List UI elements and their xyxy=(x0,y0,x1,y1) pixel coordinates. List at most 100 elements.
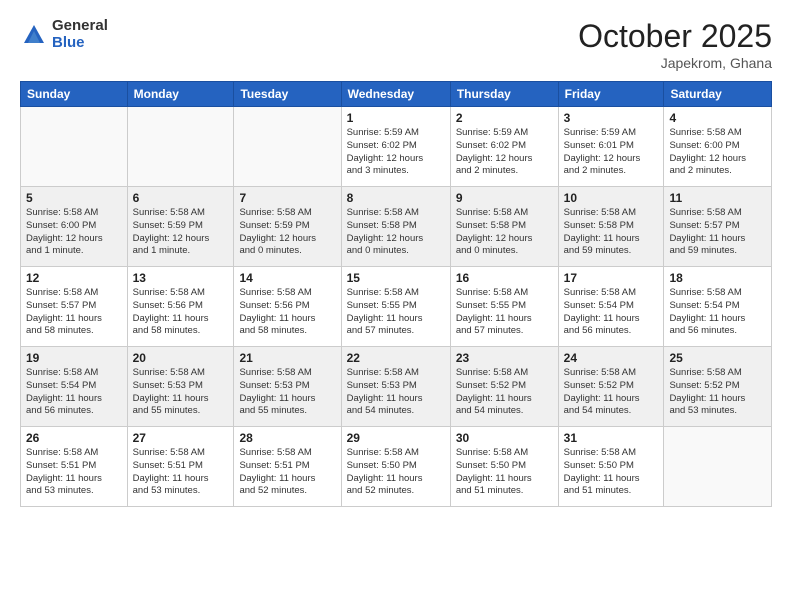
day-info: Sunrise: 5:58 AM Sunset: 5:58 PM Dayligh… xyxy=(456,207,553,258)
day-number: 28 xyxy=(239,431,335,445)
col-friday: Friday xyxy=(558,82,664,107)
col-saturday: Saturday xyxy=(664,82,772,107)
day-info: Sunrise: 5:58 AM Sunset: 5:55 PM Dayligh… xyxy=(456,287,553,338)
day-info: Sunrise: 5:58 AM Sunset: 5:51 PM Dayligh… xyxy=(133,447,229,498)
day-number: 9 xyxy=(456,191,553,205)
table-row: 10Sunrise: 5:58 AM Sunset: 5:58 PM Dayli… xyxy=(558,187,664,267)
day-info: Sunrise: 5:58 AM Sunset: 5:57 PM Dayligh… xyxy=(26,287,122,338)
day-number: 4 xyxy=(669,111,766,125)
page: General Blue October 2025 Japekrom, Ghan… xyxy=(0,0,792,612)
table-row xyxy=(234,107,341,187)
day-info: Sunrise: 5:58 AM Sunset: 5:59 PM Dayligh… xyxy=(133,207,229,258)
day-info: Sunrise: 5:58 AM Sunset: 5:54 PM Dayligh… xyxy=(564,287,659,338)
day-info: Sunrise: 5:58 AM Sunset: 5:50 PM Dayligh… xyxy=(564,447,659,498)
col-thursday: Thursday xyxy=(450,82,558,107)
table-row: 16 Sunrise: 5:58 AM Sunset: 5:55 PM Dayli… xyxy=(450,267,558,347)
day-info: Sunrise: 5:58 AM Sunset: 5:50 PM Dayligh… xyxy=(456,447,553,498)
day-number: 3 xyxy=(564,111,659,125)
day-number: 29 xyxy=(347,431,445,445)
calendar-week-row: 1 Sunrise: 5:59 AM Sunset: 6:02 PM Daylig… xyxy=(21,107,772,187)
table-row: 17 Sunrise: 5:58 AM Sunset: 5:54 PM Dayli… xyxy=(558,267,664,347)
day-number: 20 xyxy=(133,351,229,365)
day-number: 7 xyxy=(239,191,335,205)
day-number: 11 xyxy=(669,191,766,205)
calendar-header-row: Sunday Monday Tuesday Wednesday Thursday… xyxy=(21,82,772,107)
table-row: 13Sunrise: 5:58 AM Sunset: 5:56 PM Dayli… xyxy=(127,267,234,347)
day-info: Sunrise: 5:58 AM Sunset: 6:00 PM Dayligh… xyxy=(26,207,122,258)
table-row: 18 Sunrise: 5:58 AM Sunset: 5:54 PM Dayli… xyxy=(664,267,772,347)
calendar: Sunday Monday Tuesday Wednesday Thursday… xyxy=(20,81,772,507)
day-info: Sunrise: 5:58 AM Sunset: 5:54 PM Dayligh… xyxy=(669,287,766,338)
table-row: 29 Sunrise: 5:58 AM Sunset: 5:50 PM Dayli… xyxy=(341,427,450,507)
day-number: 30 xyxy=(456,431,553,445)
logo-blue-text: Blue xyxy=(52,35,108,52)
day-number: 1 xyxy=(347,111,445,125)
day-number: 8 xyxy=(347,191,445,205)
header: General Blue October 2025 Japekrom, Ghan… xyxy=(20,18,772,71)
day-info: Sunrise: 5:58 AM Sunset: 5:51 PM Dayligh… xyxy=(239,447,335,498)
day-number: 5 xyxy=(26,191,122,205)
day-info: Sunrise: 5:58 AM Sunset: 6:00 PM Dayligh… xyxy=(669,127,766,178)
day-info: Sunrise: 5:58 AM Sunset: 5:55 PM Dayligh… xyxy=(347,287,445,338)
calendar-week-row: 5 Sunrise: 5:58 AM Sunset: 6:00 PM Daylig… xyxy=(21,187,772,267)
day-number: 31 xyxy=(564,431,659,445)
day-number: 25 xyxy=(669,351,766,365)
table-row: 3Sunrise: 5:59 AM Sunset: 6:01 PM Daylig… xyxy=(558,107,664,187)
day-info: Sunrise: 5:58 AM Sunset: 5:52 PM Dayligh… xyxy=(564,367,659,418)
col-sunday: Sunday xyxy=(21,82,128,107)
day-number: 2 xyxy=(456,111,553,125)
day-number: 23 xyxy=(456,351,553,365)
table-row: 5 Sunrise: 5:58 AM Sunset: 6:00 PM Daylig… xyxy=(21,187,128,267)
day-number: 27 xyxy=(133,431,229,445)
title-block: October 2025 Japekrom, Ghana xyxy=(578,18,772,71)
table-row xyxy=(127,107,234,187)
day-info: Sunrise: 5:59 AM Sunset: 6:02 PM Dayligh… xyxy=(347,127,445,178)
day-number: 16 xyxy=(456,271,553,285)
day-info: Sunrise: 5:58 AM Sunset: 5:59 PM Dayligh… xyxy=(239,207,335,258)
table-row: 19Sunrise: 5:58 AM Sunset: 5:54 PM Dayli… xyxy=(21,347,128,427)
table-row: 1 Sunrise: 5:59 AM Sunset: 6:02 PM Daylig… xyxy=(341,107,450,187)
table-row: 31 Sunrise: 5:58 AM Sunset: 5:50 PM Dayli… xyxy=(558,427,664,507)
day-info: Sunrise: 5:59 AM Sunset: 6:02 PM Dayligh… xyxy=(456,127,553,178)
table-row: 7 Sunrise: 5:58 AM Sunset: 5:59 PM Daylig… xyxy=(234,187,341,267)
table-row: 26Sunrise: 5:58 AM Sunset: 5:51 PM Dayli… xyxy=(21,427,128,507)
table-row: 23Sunrise: 5:58 AM Sunset: 5:52 PM Dayli… xyxy=(450,347,558,427)
day-number: 15 xyxy=(347,271,445,285)
day-info: Sunrise: 5:58 AM Sunset: 5:53 PM Dayligh… xyxy=(239,367,335,418)
day-info: Sunrise: 5:58 AM Sunset: 5:53 PM Dayligh… xyxy=(133,367,229,418)
table-row xyxy=(21,107,128,187)
location: Japekrom, Ghana xyxy=(578,55,772,71)
table-row: 9 Sunrise: 5:58 AM Sunset: 5:58 PM Daylig… xyxy=(450,187,558,267)
table-row: 6 Sunrise: 5:58 AM Sunset: 5:59 PM Daylig… xyxy=(127,187,234,267)
calendar-week-row: 26Sunrise: 5:58 AM Sunset: 5:51 PM Dayli… xyxy=(21,427,772,507)
logo-general-text: General xyxy=(52,18,108,35)
day-info: Sunrise: 5:58 AM Sunset: 5:51 PM Dayligh… xyxy=(26,447,122,498)
table-row: 12Sunrise: 5:58 AM Sunset: 5:57 PM Dayli… xyxy=(21,267,128,347)
day-number: 6 xyxy=(133,191,229,205)
day-number: 21 xyxy=(239,351,335,365)
day-number: 18 xyxy=(669,271,766,285)
day-info: Sunrise: 5:58 AM Sunset: 5:58 PM Dayligh… xyxy=(564,207,659,258)
logo-icon xyxy=(20,21,48,49)
day-number: 22 xyxy=(347,351,445,365)
table-row: 15 Sunrise: 5:58 AM Sunset: 5:55 PM Dayli… xyxy=(341,267,450,347)
day-info: Sunrise: 5:58 AM Sunset: 5:54 PM Dayligh… xyxy=(26,367,122,418)
table-row: 28 Sunrise: 5:58 AM Sunset: 5:51 PM Dayli… xyxy=(234,427,341,507)
day-info: Sunrise: 5:58 AM Sunset: 5:56 PM Dayligh… xyxy=(239,287,335,338)
table-row: 11 Sunrise: 5:58 AM Sunset: 5:57 PM Dayli… xyxy=(664,187,772,267)
table-row: 4 Sunrise: 5:58 AM Sunset: 6:00 PM Daylig… xyxy=(664,107,772,187)
day-info: Sunrise: 5:58 AM Sunset: 5:53 PM Dayligh… xyxy=(347,367,445,418)
day-number: 24 xyxy=(564,351,659,365)
day-info: Sunrise: 5:58 AM Sunset: 5:50 PM Dayligh… xyxy=(347,447,445,498)
table-row: 21 Sunrise: 5:58 AM Sunset: 5:53 PM Dayli… xyxy=(234,347,341,427)
table-row: 30 Sunrise: 5:58 AM Sunset: 5:50 PM Dayli… xyxy=(450,427,558,507)
month-title: October 2025 xyxy=(578,18,772,55)
table-row: 8Sunrise: 5:58 AM Sunset: 5:58 PM Daylig… xyxy=(341,187,450,267)
day-number: 17 xyxy=(564,271,659,285)
calendar-week-row: 19Sunrise: 5:58 AM Sunset: 5:54 PM Dayli… xyxy=(21,347,772,427)
day-info: Sunrise: 5:58 AM Sunset: 5:57 PM Dayligh… xyxy=(669,207,766,258)
table-row: 25Sunrise: 5:58 AM Sunset: 5:52 PM Dayli… xyxy=(664,347,772,427)
table-row: 22 Sunrise: 5:58 AM Sunset: 5:53 PM Dayli… xyxy=(341,347,450,427)
logo-text: General Blue xyxy=(52,18,108,51)
table-row: 14Sunrise: 5:58 AM Sunset: 5:56 PM Dayli… xyxy=(234,267,341,347)
